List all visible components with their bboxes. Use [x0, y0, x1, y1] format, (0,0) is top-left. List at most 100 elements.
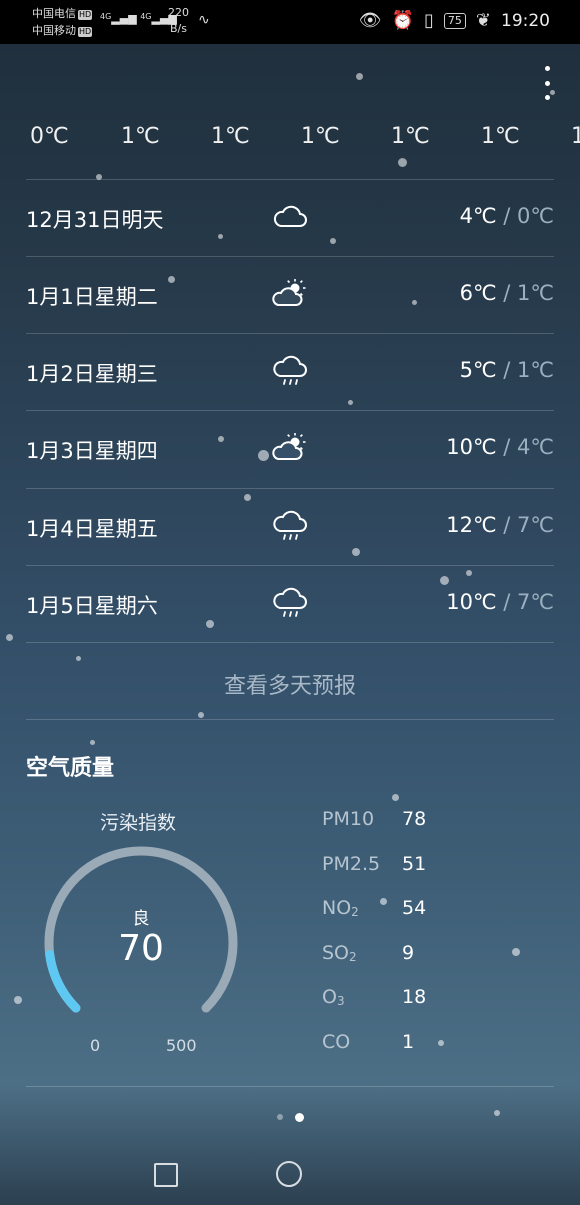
temp-separator: /: [496, 281, 518, 305]
daily-row[interactable]: 1月3日星期四 10℃ / 4℃: [26, 411, 554, 487]
pollutant-row: SO2 9: [322, 942, 426, 987]
signal-icon: 4G▂▄▆ 4G▂▄▆: [100, 12, 177, 25]
rain-icon: [273, 355, 307, 385]
hourly-temp: 1℃: [121, 124, 160, 149]
daily-row[interactable]: 12月31日明天 4℃ / 0℃: [26, 180, 554, 256]
temp-separator: /: [496, 513, 518, 537]
pollutant-row: NO2 54: [322, 897, 426, 942]
temp-separator: /: [496, 435, 518, 459]
menu-dot-icon: [544, 80, 550, 86]
day-label: 1月5日星期六: [26, 594, 158, 618]
home-button[interactable]: [276, 1161, 302, 1187]
network-type-2: 4G: [140, 12, 152, 21]
hd-badge: HD: [78, 10, 93, 20]
page-indicator[interactable]: [0, 1113, 580, 1122]
low-temp: 4℃: [517, 435, 554, 459]
low-temp: 7℃: [517, 590, 554, 614]
pollutant-name: NO2: [322, 897, 359, 920]
carrier-info: 中国电信 HD 中国移动 HD: [32, 5, 93, 39]
day-temperatures: 10℃ / 4℃: [446, 435, 554, 459]
hourly-temp: 1℃: [211, 124, 250, 149]
carrier-2: 中国移动: [32, 24, 76, 37]
day-temperatures: 5℃ / 1℃: [460, 358, 554, 382]
activity-icon: ∿: [198, 12, 210, 28]
page-dot[interactable]: [276, 1114, 283, 1120]
low-temp: 7℃: [517, 513, 554, 537]
hourly-temp: 1℃: [481, 124, 520, 149]
day-temperatures: 6℃ / 1℃: [460, 281, 554, 305]
high-temp: 10℃: [446, 435, 497, 459]
day-label: 1月3日星期四: [26, 439, 158, 463]
aqi-grade: 良: [132, 909, 150, 929]
gauge-min-label: 0: [90, 1036, 101, 1055]
pollution-index-label: 污染指数: [100, 812, 177, 834]
navigation-bar: [0, 1145, 580, 1205]
hourly-temp: 1℃: [301, 124, 340, 149]
day-temperatures: 4℃ / 0℃: [460, 204, 554, 228]
recent-apps-button[interactable]: [154, 1163, 178, 1187]
day-temperatures: 10℃ / 7℃: [446, 590, 554, 614]
eye-icon: 👁: [358, 10, 382, 31]
temp-separator: /: [496, 590, 518, 614]
low-temp: 0℃: [517, 204, 554, 228]
pollutant-name: SO2: [322, 941, 357, 964]
pollutant-value: 54: [402, 897, 427, 920]
day-label: 1月1日星期二: [26, 285, 158, 309]
pollutant-name: PM10: [322, 808, 375, 830]
speed-value: 220: [168, 6, 189, 19]
high-temp: 5℃: [459, 358, 497, 382]
low-temp: 1℃: [517, 358, 554, 382]
high-temp: 4℃: [459, 204, 497, 228]
day-label: 12月31日明天: [26, 208, 164, 232]
hourly-temp: 0℃: [30, 124, 69, 149]
more-options-button[interactable]: [542, 66, 552, 100]
partly-cloudy-icon: [272, 433, 306, 460]
rain-icon: [273, 587, 307, 617]
hd-badge: HD: [78, 27, 93, 37]
more-forecast-link[interactable]: 查看多天预报: [0, 668, 580, 700]
page-dot-active[interactable]: [294, 1113, 304, 1122]
menu-dot-icon: [544, 66, 550, 71]
status-bar: 中国电信 HD 中国移动 HD 4G▂▄▆ 4G▂▄▆ 220 B/s ∿ 👁 ⏰ …: [0, 0, 580, 44]
rain-icon: [273, 510, 307, 540]
high-temp: 12℃: [446, 513, 497, 537]
day-label: 1月4日星期五: [26, 517, 158, 541]
pollutant-name: O3: [322, 986, 345, 1009]
pollutant-list: PM10 78 PM2.5 51 NO2 54 SO2 9 O3 18 CO 1: [322, 808, 426, 1076]
low-temp: 1℃: [517, 281, 554, 305]
pollutant-value: 9: [402, 941, 415, 964]
status-time: 19:20: [501, 10, 550, 31]
pollutant-row: CO 1: [322, 1031, 426, 1076]
pollutant-value: 18: [402, 986, 427, 1009]
vibrate-icon: ▯: [424, 10, 434, 31]
hourly-forecast[interactable]: 0℃ 1℃ 1℃ 1℃ 1℃ 1℃ 1: [0, 124, 580, 158]
daily-row[interactable]: 1月2日星期三 5℃ / 1℃: [26, 334, 554, 410]
alarm-icon: ⏰: [391, 10, 414, 31]
menu-dot-icon: [544, 95, 550, 100]
pollutant-value: 78: [402, 808, 427, 830]
divider: [26, 1086, 554, 1087]
hourly-temp: 1℃: [391, 124, 430, 149]
day-label: 1月2日星期三: [26, 362, 158, 386]
divider: [26, 642, 554, 643]
pollutant-name: PM2.5: [322, 852, 381, 875]
temp-separator: /: [496, 204, 518, 228]
daily-row[interactable]: 1月5日星期六 10℃ / 7℃: [26, 566, 554, 642]
aqi-value: 70: [118, 928, 164, 969]
high-temp: 10℃: [446, 590, 497, 614]
hourly-temp: 1: [571, 124, 580, 149]
partly-cloudy-icon: [272, 279, 306, 306]
gauge-max-label: 500: [166, 1036, 197, 1055]
carrier-1: 中国电信: [32, 7, 76, 20]
high-temp: 6℃: [459, 281, 497, 305]
air-quality-title: 空气质量: [26, 756, 115, 781]
day-temperatures: 12℃ / 7℃: [446, 513, 554, 537]
daily-row[interactable]: 1月4日星期五 12℃ / 7℃: [26, 489, 554, 565]
pollutant-name: CO: [322, 1030, 351, 1053]
daily-row[interactable]: 1月1日星期二 6℃ / 1℃: [26, 257, 554, 333]
pollutant-value: 51: [402, 852, 427, 875]
pollutant-value: 1: [402, 1030, 415, 1053]
network-speed: 220 B/s: [168, 5, 189, 37]
speed-unit: B/s: [170, 22, 187, 35]
pollutant-row: PM2.5 51: [322, 853, 426, 898]
